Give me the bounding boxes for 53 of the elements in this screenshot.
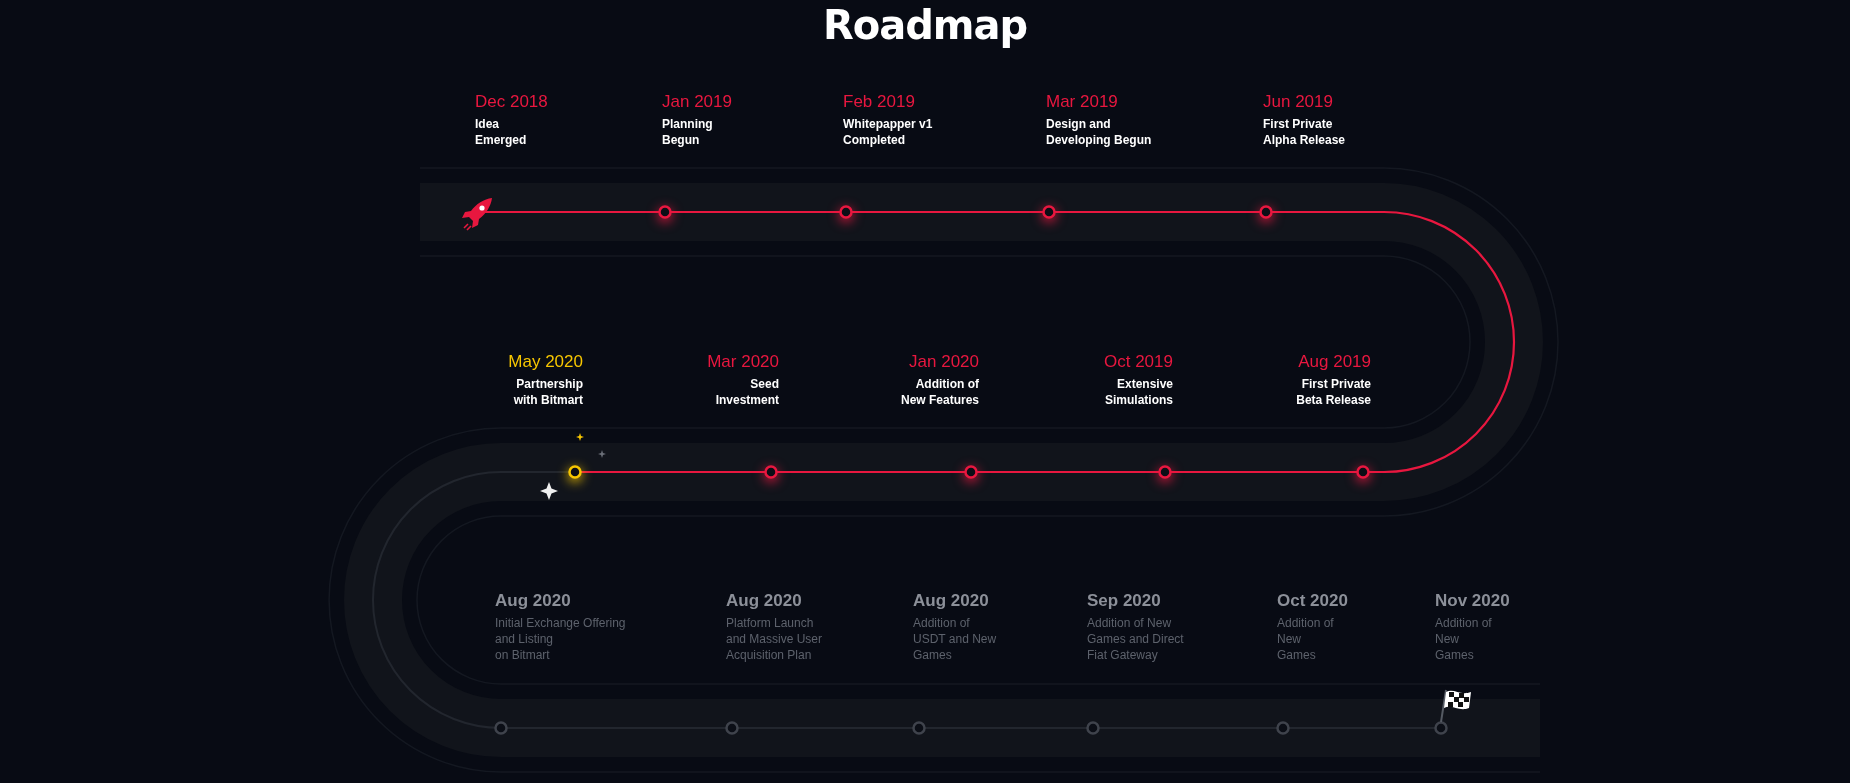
rocket-icon [462,198,492,231]
milestone-dot [839,205,853,219]
sparkle-icon [540,482,558,500]
milestone-description: Design and Developing Begun [1046,116,1152,148]
checkered-flag-icon [1440,689,1471,723]
milestone-date: Aug 2020 [726,591,803,611]
milestone-description: Addition of New Games [1435,615,1493,663]
milestone-dot [1042,205,1056,219]
milestone-date: Oct 2020 [1277,591,1348,611]
milestone-description: Addition of New Games [1277,615,1335,663]
sparkle-icon [598,450,606,458]
milestone-description: Partnership with Bitmart [513,376,583,408]
milestone-description: First Private Alpha Release [1263,116,1346,148]
milestone-description: Idea Emerged [475,116,528,148]
milestone-description: Addition of USDT and New Games [913,615,997,663]
milestone-date: Dec 2018 [475,92,548,112]
milestone-date: Feb 2019 [843,92,916,112]
milestone-dot [1259,205,1273,219]
milestone-dot [1356,465,1370,479]
milestone-date: May 2020 [508,352,583,372]
milestone-date: Aug 2019 [1298,352,1371,372]
milestone-description: Extensive Simulations [1105,376,1173,408]
milestone-dot [1086,721,1100,735]
milestone-description: First Private Beta Release [1296,376,1371,408]
page-title: Roadmap [822,2,1028,48]
milestone-date: Mar 2020 [707,352,779,372]
milestone-dot [1434,721,1448,735]
milestone-dot [912,721,926,735]
milestone-description: Platform Launch and Massive User Acquisition Plan [726,615,823,663]
milestone-dot [568,465,582,479]
milestone-description: Whitepapper v1 Completed [843,116,933,148]
milestone-dot [764,465,778,479]
milestone-date: Mar 2019 [1046,92,1119,112]
milestone-dot [1276,721,1290,735]
sparkle-icon [576,433,584,441]
milestone-dot [658,205,672,219]
milestone-description: Addition of New Features [900,376,979,408]
milestone-dot [964,465,978,479]
milestone-description: Addition of New Games and Direct Fiat Gateway [1087,615,1184,663]
milestone-description: Initial Exchange Offering and Listing on Bitmart [495,615,626,663]
milestone-dot [725,721,739,735]
milestone-date: Nov 2020 [1435,591,1510,611]
milestone-dot [494,721,508,735]
milestone-date: Sep 2020 [1087,591,1162,611]
milestone-description: Planning Begun [662,116,714,148]
milestone-date: Jan 2019 [662,92,732,112]
milestone-description: Seed Investment [715,376,779,408]
milestone-date: Jun 2019 [1263,92,1334,112]
milestone-date: Oct 2019 [1104,352,1173,372]
milestone-date: Aug 2020 [913,591,990,611]
milestone-date: Aug 2020 [495,591,572,611]
milestone-dot [1158,465,1172,479]
milestone-date: Jan 2020 [909,352,979,372]
